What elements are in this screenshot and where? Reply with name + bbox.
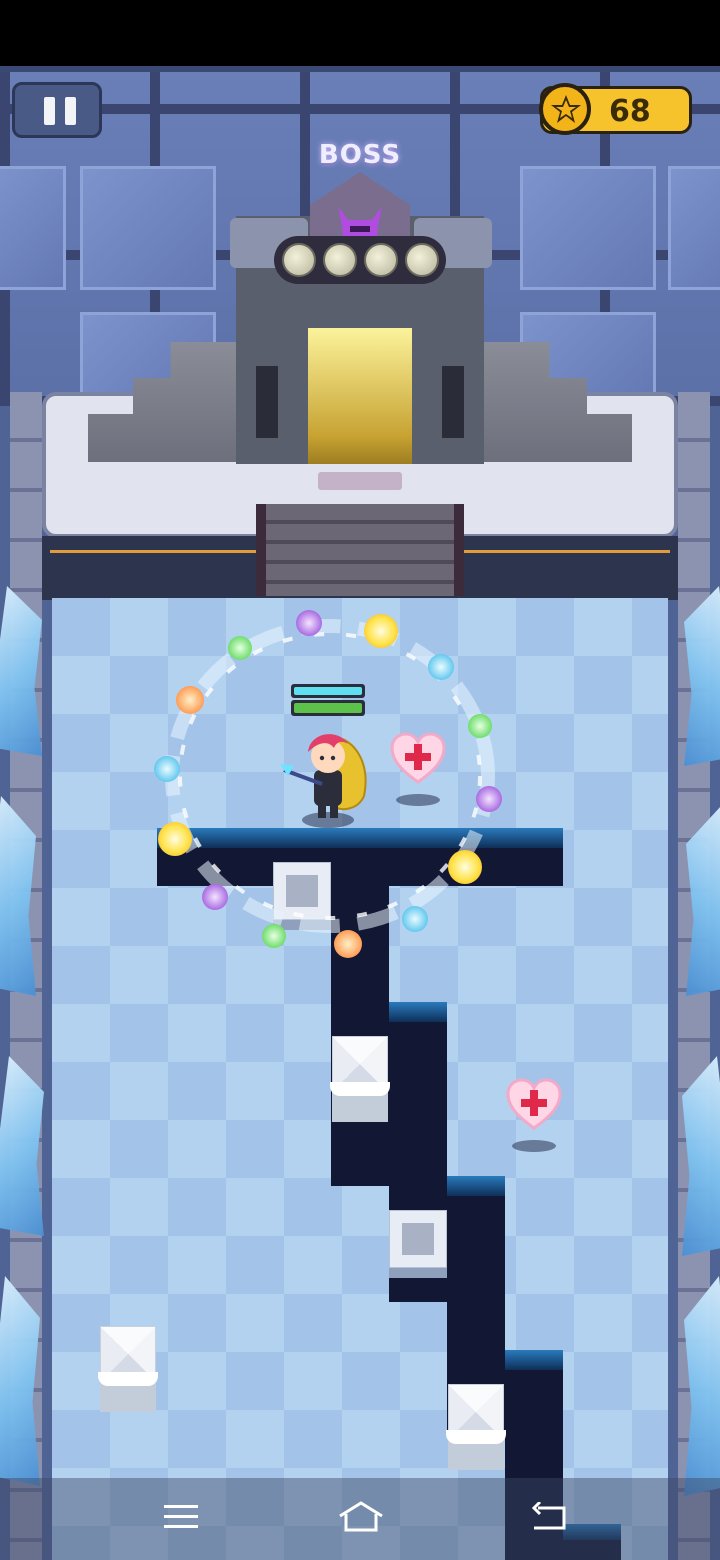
ice-block xyxy=(98,1326,158,1412)
coin-count: 68 xyxy=(609,94,651,129)
stage-dot xyxy=(364,243,398,277)
dark-orb xyxy=(296,610,322,636)
fire-orb xyxy=(334,930,362,958)
door-mat xyxy=(318,472,402,490)
stage-dot xyxy=(323,243,357,277)
star-coin-icon xyxy=(539,83,591,135)
pit-edge xyxy=(447,1176,505,1196)
ice-orb xyxy=(428,654,454,680)
pause-button[interactable] xyxy=(12,82,102,138)
stage-dot xyxy=(282,243,316,277)
light-orb xyxy=(158,822,192,856)
status-bar xyxy=(0,0,720,66)
poison-orb xyxy=(262,924,286,948)
window-pane xyxy=(668,166,720,290)
heart-health-pickup[interactable] xyxy=(506,1078,562,1152)
ice-orb xyxy=(154,756,180,782)
system-nav-bar xyxy=(0,1478,720,1560)
ice-block xyxy=(446,1384,506,1470)
gate-light xyxy=(442,366,464,438)
ledge-trim xyxy=(464,550,670,553)
boss-stage-indicator xyxy=(274,236,446,284)
pit-edge xyxy=(389,1002,447,1022)
menu-icon[interactable] xyxy=(164,1502,198,1536)
shield-bar xyxy=(291,684,365,698)
window-pane xyxy=(0,166,66,290)
player-hero xyxy=(278,726,374,830)
back-icon[interactable] xyxy=(530,1500,568,1536)
light-orb xyxy=(364,614,398,648)
game-viewport[interactable]: 68 BOSS xyxy=(0,66,720,1560)
heart-health-icon xyxy=(506,1078,562,1130)
dark-orb xyxy=(476,786,502,812)
stage-dot xyxy=(405,243,439,277)
gate-light xyxy=(256,366,278,438)
player-health-bar xyxy=(291,684,365,716)
fire-orb xyxy=(176,686,204,714)
boss-door[interactable] xyxy=(308,328,412,464)
home-icon[interactable] xyxy=(338,1500,384,1538)
dark-orb xyxy=(202,884,228,910)
light-orb xyxy=(448,850,482,884)
ice-orb xyxy=(402,906,428,932)
window-pane xyxy=(80,166,216,290)
pit-edge xyxy=(505,1350,563,1370)
ice-block xyxy=(330,1036,390,1122)
health-bar xyxy=(291,700,365,716)
boss-label: BOSS xyxy=(318,140,402,170)
poison-orb xyxy=(228,636,252,660)
entrance-stairs xyxy=(256,504,464,596)
window-pane xyxy=(520,166,656,290)
ledge-trim xyxy=(50,550,256,553)
stone-block-hollow xyxy=(389,1210,447,1278)
poison-orb xyxy=(468,714,492,738)
coin-counter: 68 xyxy=(539,83,692,135)
